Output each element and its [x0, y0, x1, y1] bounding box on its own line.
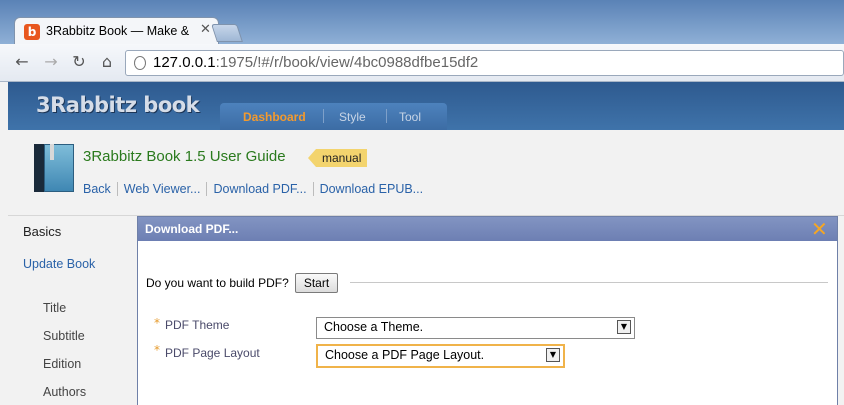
reload-icon[interactable]: ↻	[70, 53, 88, 71]
tab-style[interactable]: Style	[339, 110, 366, 124]
sidebar-field-subtitle: Subtitle	[43, 329, 85, 343]
page-icon	[134, 56, 146, 70]
pdf-page-layout-select[interactable]: Choose a PDF Page Layout. ▼	[316, 344, 565, 368]
main-menu: Dashboard Style Tool	[220, 103, 447, 130]
url-text: 127.0.0.1:1975/!#/r/book/view/4bc0988dfb…	[153, 54, 479, 71]
book-summary: 3Rabbitz Book 1.5 User Guide manual Back…	[8, 130, 844, 216]
pdf-theme-select[interactable]: Choose a Theme. ▼	[316, 317, 635, 339]
required-mark: *	[154, 343, 160, 357]
forward-arrow-icon[interactable]: →	[42, 53, 60, 71]
tab-title: 3Rabbitz Book — Make &	[46, 24, 190, 38]
book-tag[interactable]: manual	[308, 149, 368, 167]
close-icon[interactable]: ✕	[811, 217, 828, 241]
sidebar-field-title: Title	[43, 301, 67, 315]
menu-divider	[386, 109, 387, 123]
book-actions: Back Web Viewer... Download PDF... Download…	[83, 182, 429, 196]
tab-dashboard[interactable]: Dashboard	[243, 110, 306, 124]
chevron-down-icon: ▼	[617, 320, 631, 334]
pdf-page-layout-value: Choose a PDF Page Layout.	[325, 348, 485, 362]
sidebar-title: Basics	[23, 224, 62, 239]
browser-toolbar: ← → ↻ ⌂ 127.0.0.1:1975/!#/r/book/view/4b…	[0, 44, 844, 82]
new-tab-button[interactable]	[211, 24, 243, 42]
favicon-icon: b	[24, 24, 40, 40]
back-link[interactable]: Back	[83, 182, 118, 196]
home-icon[interactable]: ⌂	[98, 53, 116, 71]
tab-tool[interactable]: Tool	[399, 110, 421, 124]
sidebar: Basics Update Book Title Subtitle Editio…	[8, 216, 138, 405]
sidebar-field-edition: Edition	[43, 357, 82, 371]
browser-chrome: b 3Rabbitz Book — Make & ✕ ← → ↻ ⌂ 127.0…	[0, 0, 844, 82]
book-cover-icon	[34, 144, 74, 192]
download-pdf-dialog: Download PDF... ✕ Do you want to build P…	[137, 216, 838, 405]
pdf-page-layout-label: PDF Page Layout	[165, 346, 260, 360]
pdf-theme-value: Choose a Theme.	[324, 320, 424, 334]
web-viewer-link[interactable]: Web Viewer...	[117, 182, 208, 196]
back-arrow-icon[interactable]: ←	[13, 53, 31, 71]
update-book-link[interactable]: Update Book	[23, 257, 95, 271]
address-bar[interactable]: 127.0.0.1:1975/!#/r/book/view/4bc0988dfb…	[125, 50, 844, 76]
close-tab-icon[interactable]: ✕	[200, 22, 211, 37]
download-pdf-link[interactable]: Download PDF...	[207, 182, 314, 196]
divider	[350, 282, 828, 283]
book-title: 3Rabbitz Book 1.5 User Guide	[83, 148, 286, 165]
pdf-theme-label: PDF Theme	[165, 318, 230, 332]
download-epub-link[interactable]: Download EPUB...	[314, 182, 430, 196]
start-button[interactable]: Start	[295, 273, 338, 293]
build-pdf-question: Do you want to build PDF?	[146, 276, 289, 290]
chevron-down-icon: ▼	[546, 348, 560, 362]
menu-divider	[323, 109, 324, 123]
tab-strip: b 3Rabbitz Book — Make & ✕	[0, 0, 844, 45]
sidebar-field-authors: Authors	[43, 385, 87, 399]
dialog-header: Download PDF... ✕	[138, 217, 837, 241]
required-mark: *	[154, 316, 160, 330]
app-logo[interactable]: 3Rabbitz book	[36, 93, 200, 117]
app-header: 3Rabbitz book Dashboard Style Tool	[8, 82, 844, 130]
browser-tab[interactable]: b 3Rabbitz Book — Make & ✕	[14, 17, 219, 45]
dialog-title: Download PDF...	[145, 222, 239, 236]
